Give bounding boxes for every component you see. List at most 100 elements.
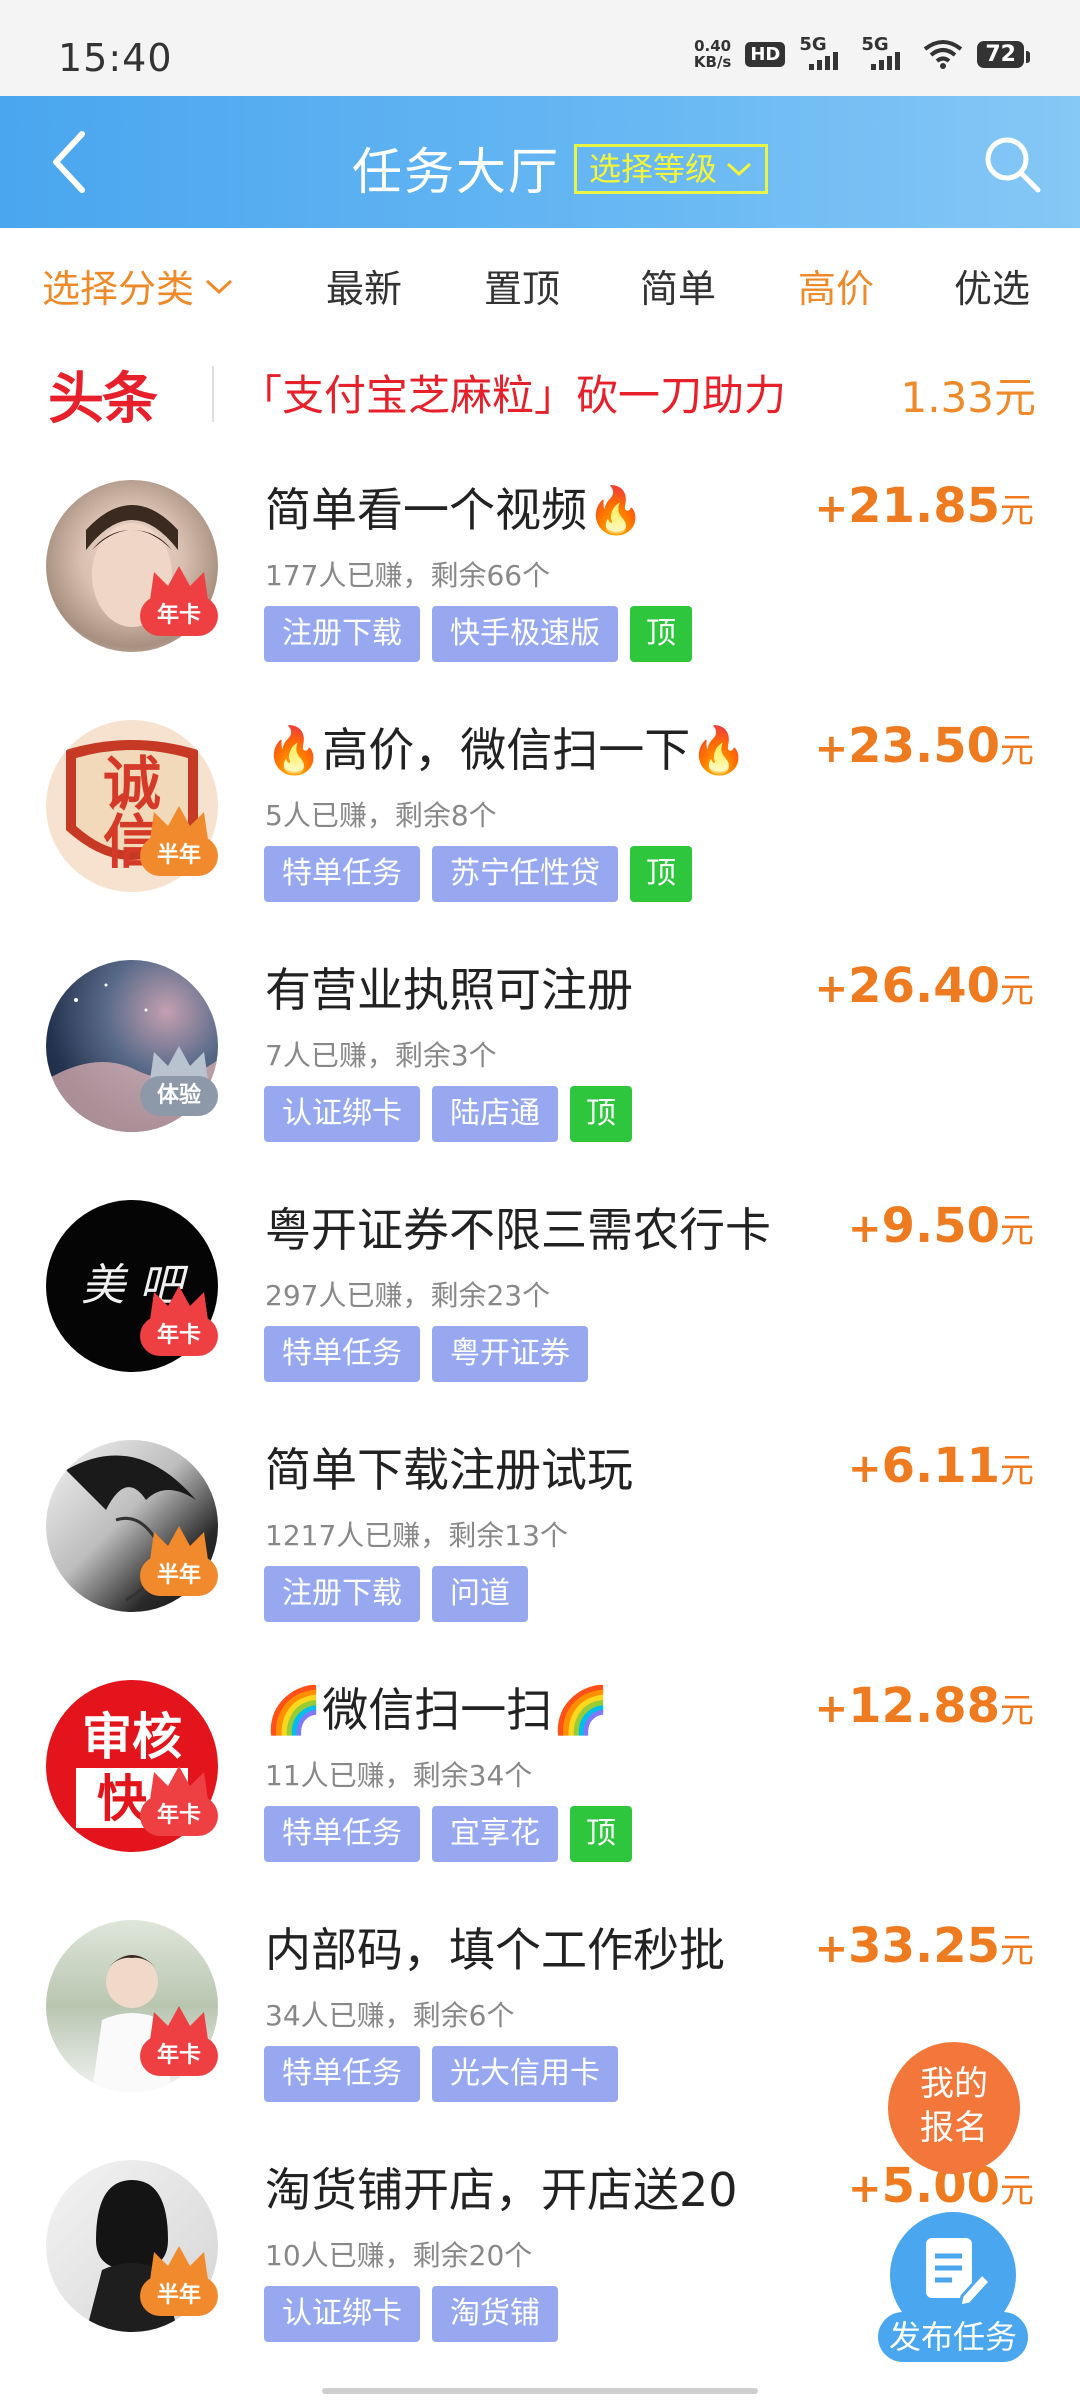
category-select-tab[interactable]: 选择分类 (42, 258, 234, 313)
signal-5g-icon-2: 5G (861, 34, 909, 70)
back-icon[interactable] (40, 126, 110, 198)
member-badge: 体验 (140, 1042, 218, 1124)
task-tags: 注册下载 快手极速版 顶 (264, 606, 692, 662)
price-value: 26.40 (848, 958, 1000, 1014)
price-unit: 元 (1000, 971, 1034, 1011)
task-price: +6.11元 (848, 1438, 1034, 1494)
search-icon[interactable] (980, 132, 1044, 196)
tag-label: 宜享花 (432, 1806, 558, 1862)
task-price: +33.25元 (815, 1918, 1034, 1974)
task-stats: 297人已赚，剩余23个 (265, 1279, 551, 1312)
tag-label: 快手极速版 (432, 606, 618, 662)
price-value: 23.50 (848, 718, 1000, 774)
tag-label: 特单任务 (264, 1806, 420, 1862)
price-unit: 元 (1000, 1211, 1034, 1251)
task-item[interactable]: 审核 快 年卡 🌈微信扫一扫🌈 11人已赚，剩余34个 +12.88元 特单任务… (0, 1658, 1080, 1898)
task-tags: 特单任务 光大信用卡 (264, 2046, 618, 2102)
tag-label: 淘货铺 (432, 2286, 558, 2342)
tag-pinned: 顶 (630, 846, 692, 902)
my-signups-button[interactable]: 我的 报名 (888, 2042, 1020, 2174)
avatar-text: 审核 (82, 1708, 182, 1766)
task-price: +21.85元 (815, 478, 1034, 534)
task-stats: 1217人已赚，剩余13个 (265, 1519, 568, 1552)
tag-label: 粤开证券 (432, 1326, 588, 1382)
hd-icon: HD (745, 41, 786, 67)
task-price: +23.50元 (815, 718, 1034, 774)
status-time: 15:40 (58, 36, 173, 80)
task-stats: 34人已赚，剩余6个 (265, 1999, 515, 2032)
wifi-icon (924, 40, 963, 69)
task-tags: 特单任务 粤开证券 (264, 1326, 588, 1382)
price-unit: 元 (1000, 2171, 1034, 2211)
price-plus: + (848, 2166, 882, 2212)
tag-label: 光大信用卡 (432, 2046, 618, 2102)
my-signups-label-1: 我的 (920, 2064, 988, 2104)
task-title: 有营业执照可注册 (265, 963, 633, 1017)
category-select-label: 选择分类 (42, 267, 195, 311)
task-stats: 10人已赚，剩余20个 (265, 2239, 533, 2272)
status-bar: 15:40 0.40 KB/s HD 5G 5G 72 (0, 0, 1080, 96)
member-badge: 半年 (140, 1522, 218, 1604)
network-speed-value: 0.40 (694, 37, 732, 55)
tab-high-price[interactable]: 高价 (798, 258, 874, 313)
task-title: 🌈微信扫一扫🌈 (265, 1683, 610, 1737)
task-stats: 177人已赚，剩余66个 (265, 559, 551, 592)
task-title: 淘货铺开店，开店送20 (265, 2163, 738, 2217)
task-item[interactable]: 半年 简单下载注册试玩 1217人已赚，剩余13个 +6.11元 注册下载 问道 (0, 1418, 1080, 1658)
task-price: +12.88元 (815, 1678, 1034, 1734)
price-value: 21.85 (848, 478, 1000, 534)
member-badge: 年卡 (140, 2002, 218, 2084)
member-badge-label: 年卡 (140, 596, 218, 636)
price-unit: 元 (1000, 491, 1034, 531)
member-badge-label: 体验 (140, 1076, 218, 1116)
task-tags: 特单任务 苏宁任性贷 顶 (264, 846, 692, 902)
tag-label: 问道 (432, 1566, 528, 1622)
level-select-label: 选择等级 (589, 150, 718, 188)
tab-simple[interactable]: 简单 (640, 258, 716, 313)
home-indicator[interactable] (322, 2388, 758, 2394)
tag-label: 注册下载 (264, 606, 420, 662)
task-item[interactable]: 美 吧 年卡 粤开证券不限三需农行卡 297人已赚，剩余23个 +9.50元 特… (0, 1178, 1080, 1418)
signal-5g-icon-1: 5G (799, 34, 847, 70)
level-select-button[interactable]: 选择等级 (574, 144, 769, 194)
task-title: 简单看一个视频🔥 (265, 483, 645, 537)
price-unit: 元 (1000, 1931, 1034, 1971)
task-item[interactable]: 诚 信 半年 🔥高价，微信扫一下🔥 5人已赚，剩余8个 +23.50元 特单任务… (0, 698, 1080, 938)
task-title: 粤开证券不限三需农行卡 (265, 1203, 771, 1257)
price-value: 33.25 (848, 1918, 1000, 1974)
publish-task-button[interactable]: 发布任务 (878, 2212, 1028, 2362)
network-speed: 0.40 KB/s (694, 38, 731, 70)
filter-tabs: 选择分类 最新 置顶 简单 高价 优选 (0, 228, 1080, 336)
member-badge: 年卡 (140, 562, 218, 644)
member-badge-label: 年卡 (140, 2036, 218, 2076)
tag-label: 特单任务 (264, 846, 420, 902)
battery-icon: 72 (977, 40, 1030, 68)
chevron-down-icon (206, 279, 233, 294)
tag-label: 认证绑卡 (264, 1086, 420, 1142)
headline-banner[interactable]: 头条 「支付宝芝麻粒」砍一刀助力 1.33元 (0, 336, 1080, 446)
chevron-down-icon (727, 162, 752, 177)
price-unit: 元 (1000, 1691, 1034, 1731)
member-badge: 半年 (140, 2242, 218, 2324)
task-stats: 5人已赚，剩余8个 (265, 799, 497, 832)
publish-task-label: 发布任务 (878, 2312, 1028, 2362)
member-badge-label: 年卡 (140, 1316, 218, 1356)
tag-pinned: 顶 (570, 1086, 632, 1142)
task-price: +9.50元 (848, 1198, 1034, 1254)
tab-pinned[interactable]: 置顶 (484, 258, 560, 313)
task-item[interactable]: 年卡 简单看一个视频🔥 177人已赚，剩余66个 +21.85元 注册下载 快手… (0, 458, 1080, 698)
tab-featured[interactable]: 优选 (954, 258, 1030, 313)
member-badge: 半年 (140, 802, 218, 884)
price-plus: + (848, 1446, 882, 1492)
price-plus: + (848, 1206, 882, 1252)
status-icons: 0.40 KB/s HD 5G 5G 72 (694, 34, 1030, 70)
task-item[interactable]: 体验 有营业执照可注册 7人已赚，剩余3个 +26.40元 认证绑卡 陆店通 顶 (0, 938, 1080, 1178)
member-badge-label: 半年 (140, 836, 218, 876)
app-header: 任务大厅 选择等级 (0, 96, 1080, 228)
price-value: 6.11 (881, 1438, 1000, 1494)
tab-newest[interactable]: 最新 (326, 258, 402, 313)
headline-text: 「支付宝芝麻粒」砍一刀助力 (240, 371, 787, 420)
price-value: 9.50 (881, 1198, 1000, 1254)
member-badge: 年卡 (140, 1762, 218, 1844)
tag-label: 苏宁任性贷 (432, 846, 618, 902)
